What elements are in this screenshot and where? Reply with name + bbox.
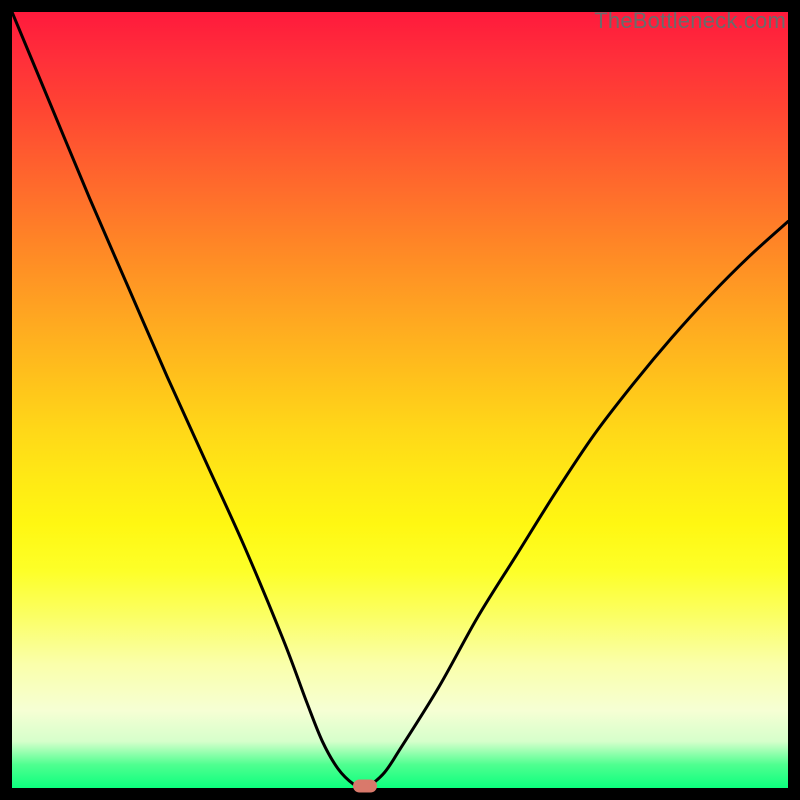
plot-background	[12, 12, 788, 788]
chart-frame: TheBottleneck.com	[0, 0, 800, 800]
watermark-text: TheBottleneck.com	[594, 8, 786, 34]
